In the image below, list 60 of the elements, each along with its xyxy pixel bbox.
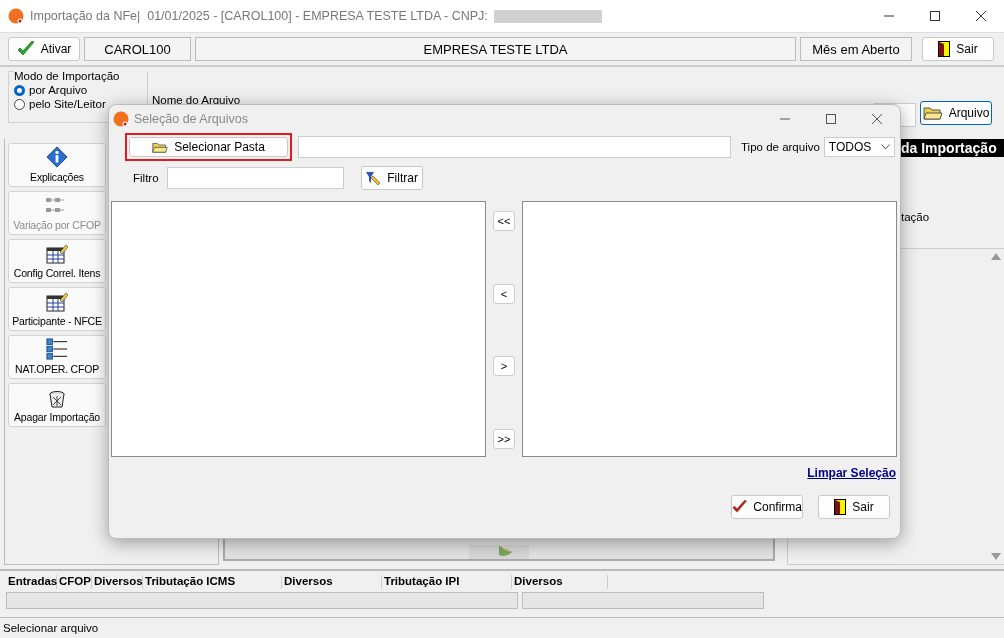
column-header: Tributação IPI bbox=[382, 575, 512, 589]
clear-selection-link[interactable]: Limpar Seleção bbox=[807, 466, 896, 480]
confirm-button[interactable]: Confirma bbox=[731, 495, 803, 519]
dialog-title: Seleção de Arquivos bbox=[134, 112, 248, 126]
file-type-select[interactable]: TODOS bbox=[823, 137, 895, 157]
app-logo-icon bbox=[113, 111, 129, 127]
sidebar-button[interactable]: Apagar Importação bbox=[8, 383, 106, 427]
close-icon[interactable] bbox=[872, 114, 882, 124]
file-button[interactable]: Arquivo bbox=[920, 101, 992, 125]
sidebar-button[interactable]: NAT.OPER. CFOP bbox=[8, 335, 106, 379]
folder-icon bbox=[922, 105, 943, 121]
column-header: Diversos bbox=[92, 575, 143, 589]
filter-button[interactable]: Filtrar bbox=[360, 166, 423, 190]
app-logo-icon bbox=[8, 8, 24, 24]
exit-button[interactable]: Sair bbox=[818, 495, 890, 519]
sidebar-button[interactable]: Participante - NFCE bbox=[8, 287, 106, 331]
checkmark-icon bbox=[732, 499, 748, 515]
chevron-icon bbox=[880, 144, 890, 150]
sidebar-button[interactable]: Explicações bbox=[8, 143, 106, 187]
list-icon bbox=[45, 338, 69, 360]
user-field: CAROL100 bbox=[84, 37, 191, 61]
spreadsheet-icon bbox=[46, 244, 68, 264]
exit-button[interactable]: Sair bbox=[922, 37, 994, 61]
close-icon[interactable] bbox=[976, 11, 986, 21]
folder-path-field[interactable] bbox=[298, 136, 731, 158]
filter-field[interactable] bbox=[166, 167, 344, 189]
scroll-up-icon[interactable] bbox=[991, 253, 1001, 260]
move-button[interactable]: < bbox=[493, 283, 515, 304]
status-text: Selecionar arquivo bbox=[2, 621, 100, 636]
group-title: Modo de Importação bbox=[14, 70, 147, 82]
radio-option[interactable]: por Arquivo bbox=[14, 84, 147, 96]
column-header: CFOP bbox=[57, 575, 92, 589]
column-header: Diversos bbox=[282, 575, 382, 589]
checkmark-icon bbox=[16, 41, 35, 57]
column-header: Tributação ICMS bbox=[143, 575, 282, 589]
column-header: Diversos bbox=[512, 575, 608, 589]
move-button[interactable]: > bbox=[493, 356, 515, 377]
column-header: Entradas bbox=[6, 575, 57, 589]
door-icon bbox=[938, 41, 951, 57]
activate-button[interactable]: Ativar bbox=[8, 37, 80, 61]
trash-icon bbox=[48, 390, 66, 408]
filter-label: Filtro bbox=[133, 172, 159, 184]
move-button[interactable]: >> bbox=[493, 428, 515, 449]
file-name-label: Nome do Arquivo bbox=[152, 94, 241, 106]
move-button[interactable]: << bbox=[493, 211, 515, 231]
door-icon bbox=[834, 499, 847, 515]
folder-icon bbox=[152, 140, 169, 154]
maximize-icon[interactable] bbox=[930, 11, 940, 21]
period-field: Mês em Aberto bbox=[800, 37, 912, 61]
select-folder-button[interactable]: Selecionar Pasta bbox=[129, 137, 288, 157]
filter-icon bbox=[365, 170, 382, 186]
spreadsheet-icon bbox=[46, 292, 68, 312]
company-field: EMPRESA TESTE LTDA bbox=[195, 37, 796, 61]
summary-label: tação bbox=[901, 211, 931, 223]
scroll-down-icon[interactable] bbox=[991, 553, 1001, 560]
sidebar-button[interactable]: Config Correl. Itens bbox=[8, 239, 106, 283]
radio-option[interactable]: pelo Site/Leitor bbox=[14, 98, 147, 110]
window-title: Importação da NFe| 01/01/2025 - [CAROL100] - EMPRESA TESTE LTDA - CNPJ: bbox=[30, 9, 488, 23]
maximize-icon[interactable] bbox=[826, 114, 836, 124]
info-icon bbox=[45, 146, 69, 168]
